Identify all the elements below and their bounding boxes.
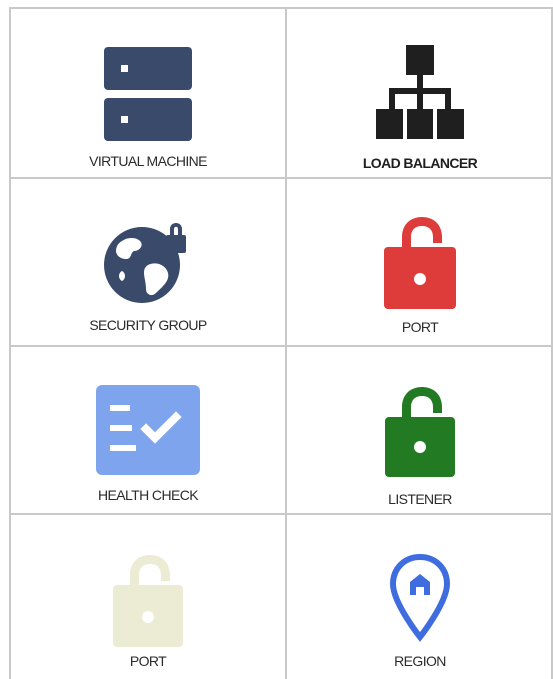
tile-label: LOAD BALANCER [362,155,478,171]
tile-label: PORT [401,319,439,335]
checklist-icon [11,385,285,475]
tile-port-red[interactable]: PORT [285,177,553,345]
tile-security-group[interactable]: SECURITY GROUP [9,177,285,345]
resource-palette-grid: VIRTUAL MACHINE LOAD BALANCER SECURITY G… [9,7,553,679]
location-pin-icon [287,553,553,643]
tile-region[interactable]: REGION [285,513,553,679]
tile-port-beige[interactable]: PORT [9,513,285,679]
network-tree-icon [287,45,553,141]
globe-lock-icon [11,215,285,307]
unlocked-padlock-icon [287,215,553,309]
unlocked-padlock-icon [287,385,553,477]
tile-load-balancer[interactable]: LOAD BALANCER [285,7,553,177]
unlocked-padlock-icon [11,553,285,647]
tile-label: PORT [129,653,167,669]
tile-label: LISTENER [388,491,452,507]
tile-listener[interactable]: LISTENER [285,345,553,513]
tile-health-check[interactable]: HEALTH CHECK [9,345,285,513]
tile-label: SECURITY GROUP [89,317,207,333]
tile-label: VIRTUAL MACHINE [89,153,207,169]
tile-virtual-machine[interactable]: VIRTUAL MACHINE [9,7,285,177]
server-icon [11,47,285,141]
tile-label: REGION [394,653,446,669]
tile-label: HEALTH CHECK [98,487,199,503]
